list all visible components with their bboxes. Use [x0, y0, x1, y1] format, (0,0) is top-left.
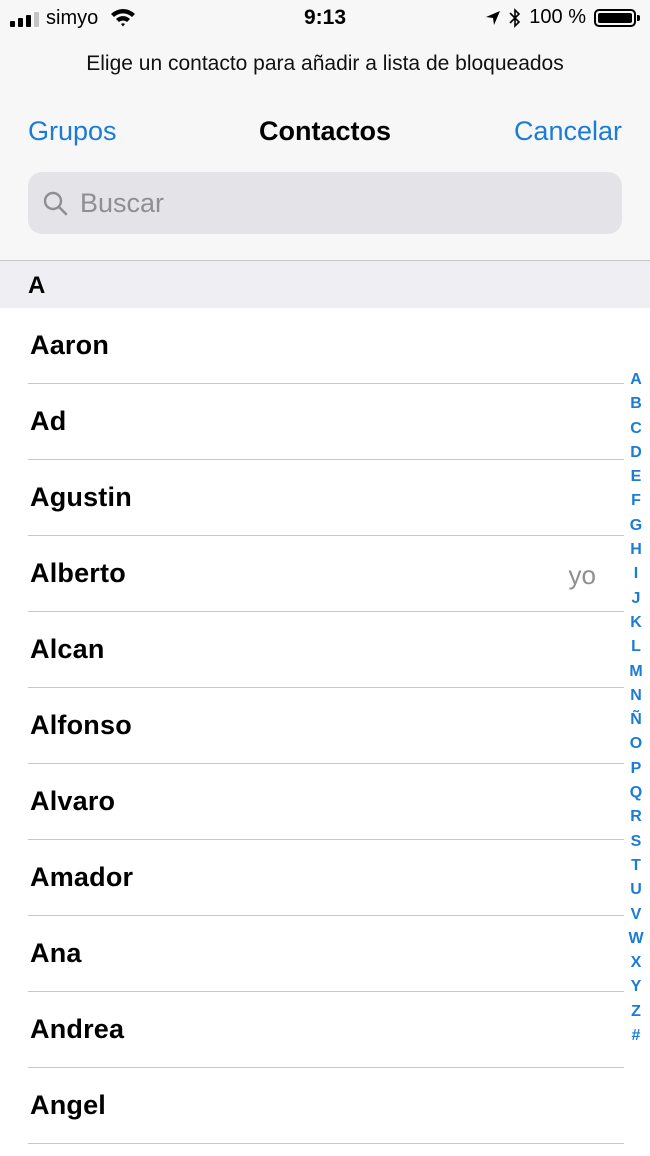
index-letter[interactable]: R	[630, 805, 642, 829]
index-letter[interactable]: S	[631, 830, 642, 854]
index-letter[interactable]: G	[630, 514, 642, 538]
contact-name: Amador	[30, 862, 134, 892]
search-icon	[43, 191, 68, 216]
contact-name: Alvaro	[30, 786, 116, 816]
index-letter[interactable]: V	[631, 903, 642, 927]
section-header: A	[0, 260, 650, 308]
index-letter[interactable]: Q	[630, 781, 642, 805]
contact-row[interactable]: Alberto yo	[0, 536, 650, 612]
index-letter[interactable]: T	[631, 854, 641, 878]
index-letter[interactable]: E	[631, 465, 642, 489]
contact-row[interactable]: Andrea	[0, 992, 650, 1068]
contact-name: Angel	[30, 1090, 107, 1120]
contact-name: Agustin	[30, 482, 132, 512]
contact-row[interactable]: Alcan	[0, 612, 650, 688]
index-letter[interactable]: B	[630, 392, 642, 416]
index-letter[interactable]: C	[630, 417, 642, 441]
index-letter[interactable]: Z	[631, 1000, 641, 1024]
battery-percentage: 100 %	[529, 6, 586, 28]
index-letter[interactable]: M	[629, 660, 642, 684]
contact-name: Alfonso	[30, 710, 132, 740]
index-letter[interactable]: P	[631, 757, 642, 781]
index-letter[interactable]: Y	[631, 975, 642, 999]
contact-row[interactable]: Alfonso	[0, 688, 650, 764]
status-bar: simyo 9:13 100 %	[0, 0, 650, 36]
contact-row[interactable]: Amador	[0, 840, 650, 916]
search-input[interactable]	[78, 186, 602, 220]
search-bar[interactable]	[28, 172, 622, 234]
index-letter[interactable]: U	[630, 878, 642, 902]
index-letter[interactable]: Ñ	[630, 708, 642, 732]
section-letter: A	[28, 272, 46, 299]
index-letter[interactable]: H	[630, 538, 642, 562]
row-separator	[28, 1143, 624, 1144]
index-letter[interactable]: A	[630, 368, 642, 392]
contact-list: Aaron Ad Agustin Alberto yo Alcan Alfonso Alvar…	[0, 308, 650, 1144]
contact-row[interactable]: Aaron	[0, 308, 650, 384]
contact-name: Andrea	[30, 1014, 125, 1044]
contact-name: Aaron	[30, 330, 110, 360]
contact-row[interactable]: Agustin	[0, 460, 650, 536]
alphabet-index[interactable]: A B C D E F G H I J K L M N Ñ O P Q R S T U V W X Y Z #	[624, 368, 648, 1048]
index-letter[interactable]: N	[630, 684, 642, 708]
cancel-button[interactable]: Cancelar	[514, 116, 622, 147]
index-letter[interactable]: X	[631, 951, 642, 975]
index-letter[interactable]: W	[628, 927, 643, 951]
contact-name: Alcan	[30, 634, 105, 664]
bluetooth-icon	[509, 7, 521, 28]
my-card-label: yo	[568, 560, 596, 590]
location-arrow-icon	[486, 10, 501, 25]
contact-name: Ana	[30, 938, 82, 968]
picker-prompt: Elige un contacto para añadir a lista de…	[86, 52, 564, 75]
contact-row[interactable]: Angel	[0, 1068, 650, 1144]
contact-name: Alberto	[30, 558, 126, 588]
contact-row[interactable]: Alvaro	[0, 764, 650, 840]
index-letter[interactable]: F	[631, 489, 641, 513]
contact-name: Ad	[30, 406, 67, 436]
index-letter[interactable]: D	[630, 441, 642, 465]
battery-icon	[594, 8, 640, 27]
index-letter[interactable]: L	[631, 635, 641, 659]
index-letter[interactable]: J	[632, 587, 641, 611]
contact-row[interactable]: Ad	[0, 384, 650, 460]
index-letter[interactable]: I	[634, 562, 638, 586]
header: simyo 9:13 100 % Elige un contacto para …	[0, 0, 650, 260]
index-letter[interactable]: K	[630, 611, 642, 635]
contact-row[interactable]: Ana	[0, 916, 650, 992]
index-letter[interactable]: #	[632, 1024, 641, 1048]
index-letter[interactable]: O	[630, 732, 642, 756]
